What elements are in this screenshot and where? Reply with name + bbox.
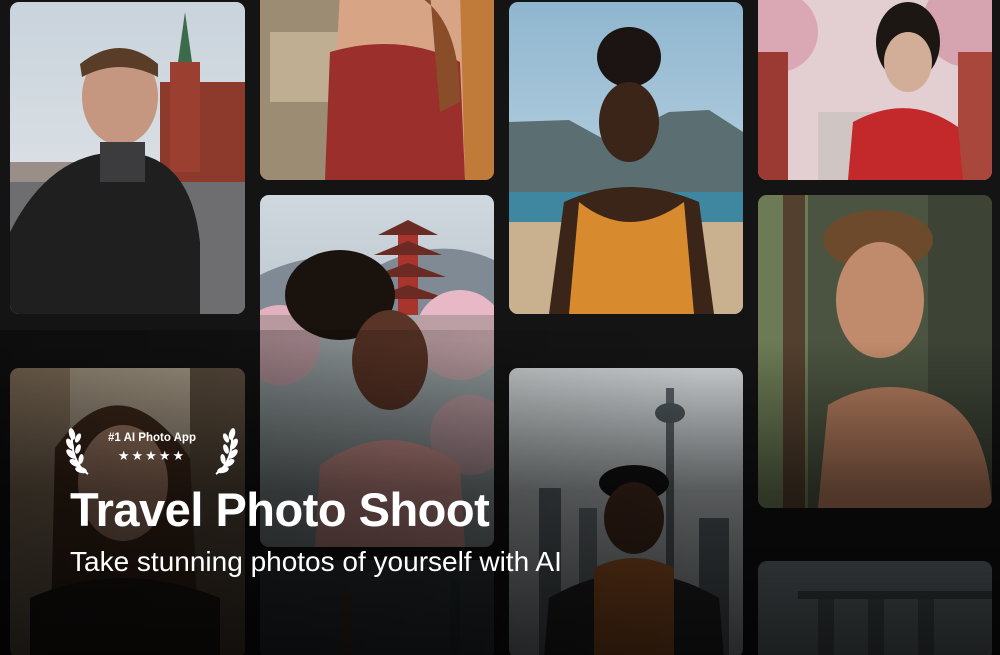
man-shirtless-photo: [758, 195, 992, 508]
laurel-left-icon: [66, 428, 89, 475]
marina-bay-photo: [758, 561, 992, 655]
cherry-blossom-photo: [758, 0, 992, 180]
hero-title: Travel Photo Shoot: [70, 483, 490, 536]
photo-tile-cherry-blossom[interactable]: [758, 0, 992, 180]
photo-tile-toronto[interactable]: [509, 368, 743, 655]
photo-tile-moscow[interactable]: [10, 2, 245, 314]
moscow-photo: [10, 2, 245, 314]
table-mountain-photo: [509, 2, 743, 314]
award-label: #1 AI Photo App: [108, 432, 196, 444]
rating-stars: ★★★★★: [117, 448, 187, 463]
award-badge: #1 AI Photo App ★★★★★: [66, 420, 238, 478]
photo-tile-woman-cliff[interactable]: [260, 0, 494, 180]
hero-subtitle: Take stunning photos of yourself with AI: [70, 546, 562, 577]
photo-tile-man-shirtless[interactable]: [758, 195, 992, 508]
photo-tile-table-mountain[interactable]: [509, 2, 743, 314]
toronto-photo: [509, 368, 743, 655]
laurel-right-icon: [215, 428, 238, 475]
photo-tile-marina-bay[interactable]: [758, 561, 992, 655]
woman-cliff-photo: [260, 0, 494, 180]
